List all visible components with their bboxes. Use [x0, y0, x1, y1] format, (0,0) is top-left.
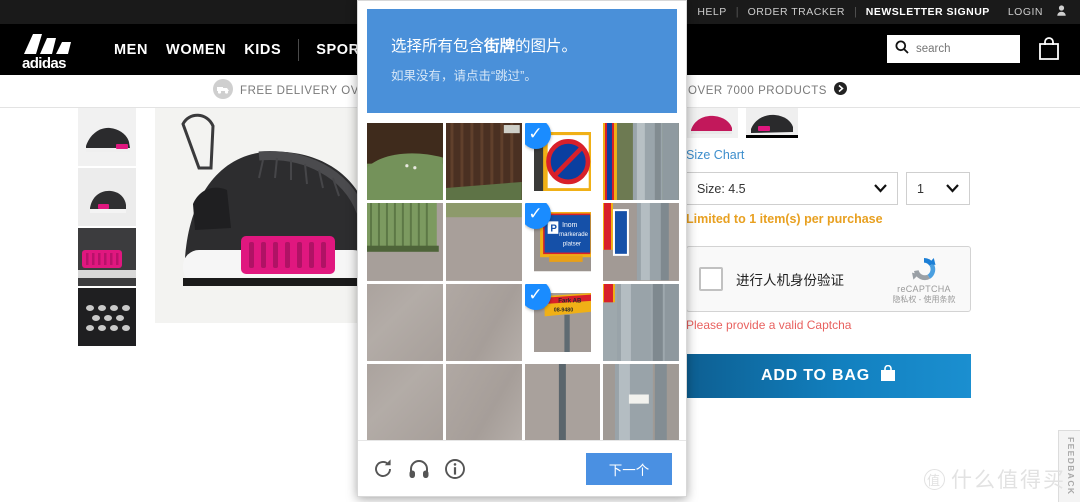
tile-ground-r4c1[interactable] — [367, 363, 443, 441]
search-icon — [895, 40, 909, 59]
tile-parking-info-sign[interactable]: ✓ P Inom markerade platser — [524, 203, 601, 281]
thumb-pink-plug-detail[interactable] — [78, 228, 136, 286]
captcha-dialog: 选择所有包含街牌的图片。 如果没有，请点击“跳过”。 ✓ ✓ P Inom ma… — [357, 0, 687, 497]
utility-link-login[interactable]: LOGIN — [999, 6, 1052, 18]
promo-free-delivery[interactable]: FREE DELIVERY OVE — [213, 78, 368, 104]
svg-text:platser: platser — [562, 241, 580, 248]
color-variant-black[interactable] — [746, 108, 798, 138]
product-detail-panel: Size Chart Size: 4.5 1 Limited to 1 item… — [686, 108, 986, 398]
feedback-tab-label: FEEDBACK — [1066, 437, 1076, 496]
reload-icon[interactable] — [372, 458, 394, 480]
nav-divider — [298, 38, 300, 61]
recaptcha-widget[interactable]: 进行人机身份验证 reCAPTCHA 隐私权 - 使用条款 — [686, 246, 971, 312]
promo-products-text: OVER 7000 PRODUCTS — [688, 85, 827, 97]
tile-no-parking-sign[interactable]: ✓ — [524, 123, 601, 201]
svg-text:Fark AB: Fark AB — [558, 297, 582, 304]
search-input[interactable] — [916, 43, 1012, 55]
tile-fence-top[interactable] — [445, 123, 522, 201]
tile-dumpster-top-left[interactable] — [367, 123, 443, 201]
captcha-instruction-suffix: 的图片。 — [515, 38, 578, 55]
size-chart-link[interactable]: Size Chart — [686, 148, 986, 162]
captcha-error-message: Please provide a valid Captcha — [686, 318, 852, 332]
nav-item-men[interactable]: MEN — [105, 42, 157, 58]
svg-text:markerade: markerade — [559, 231, 589, 238]
watermark-text: 什么值得买 — [951, 469, 1066, 492]
color-variant-pink[interactable] — [686, 108, 738, 138]
recaptcha-brand-name: reCAPTCHA — [897, 284, 951, 294]
page-root: HELP | ORDER TRACKER | NEWSLETTER SIGNUP… — [0, 0, 1080, 502]
size-select-value: Size: 4.5 — [697, 181, 746, 196]
captcha-next-button[interactable]: 下一个 — [586, 452, 672, 485]
recaptcha-logo-icon — [909, 254, 939, 284]
tile-selected-check-icon: ✓ — [524, 283, 551, 310]
size-quantity-selectors: Size: 4.5 1 — [686, 172, 986, 205]
svg-text:08-9480: 08-9480 — [553, 307, 572, 313]
product-thumbnail-rail — [78, 108, 136, 348]
adidas-logo[interactable]: adidas — [16, 28, 94, 72]
tile-pole-top-right[interactable] — [603, 123, 679, 201]
chevron-down-icon — [946, 182, 959, 196]
captcha-footer: 下一个 — [358, 440, 686, 496]
tile-yellow-sign-post[interactable]: ✓ Fark AB 08-9480 — [524, 283, 601, 361]
delivery-truck-icon — [213, 78, 233, 104]
size-select[interactable]: Size: 4.5 — [686, 172, 898, 205]
thumb-shoe-side[interactable] — [78, 108, 136, 166]
site-watermark: 值 什么值得买 — [924, 464, 1066, 494]
captcha-instruction-target: 街牌 — [484, 38, 516, 55]
nav-item-kids[interactable]: KIDS — [235, 42, 290, 58]
svg-text:Inom: Inom — [562, 222, 577, 229]
purchase-limit-note: Limited to 1 item(s) per purchase — [686, 212, 883, 226]
quantity-select[interactable]: 1 — [906, 172, 970, 205]
recaptcha-branding: reCAPTCHA 隐私权 - 使用条款 — [887, 254, 961, 305]
svg-text:P: P — [550, 224, 557, 235]
chevron-down-icon — [874, 182, 887, 196]
recaptcha-checkbox[interactable] — [699, 267, 723, 291]
quantity-select-value: 1 — [917, 181, 924, 196]
utility-link-newsletter-signup[interactable]: NEWSLETTER SIGNUP — [857, 6, 999, 18]
promo-products-count[interactable]: OVER 7000 PRODUCTS — [688, 82, 847, 100]
svg-text:adidas: adidas — [22, 55, 66, 72]
thumb-shoe-quarter[interactable] — [78, 168, 136, 226]
tile-dumpster-bottom-left[interactable] — [367, 203, 443, 281]
recaptcha-terms[interactable]: 隐私权 - 使用条款 — [887, 294, 961, 305]
nav-item-women[interactable]: WOMEN — [157, 42, 235, 58]
captcha-instruction: 选择所有包含街牌的图片。 — [391, 37, 653, 58]
tile-ground-r3c2[interactable] — [445, 283, 522, 361]
user-icon — [1057, 3, 1066, 21]
utility-link-help[interactable]: HELP — [688, 6, 735, 18]
tile-ground-r3c1[interactable] — [367, 283, 443, 361]
watermark-mark: 值 — [924, 468, 945, 490]
tile-pole-r4c4[interactable] — [603, 363, 679, 441]
headphones-icon[interactable] — [408, 458, 430, 480]
shopping-bag-icon[interactable] — [1036, 36, 1062, 62]
product-hero-image[interactable] — [155, 108, 365, 323]
thumb-sole-mesh-detail[interactable] — [78, 288, 136, 346]
captcha-image-grid: ✓ ✓ P Inom markerade platser ✓ Fark AB 0… — [367, 123, 679, 441]
utility-link-order-tracker[interactable]: ORDER TRACKER — [739, 6, 854, 18]
search-box[interactable] — [887, 35, 1020, 63]
captcha-instruction-prefix: 选择所有包含 — [391, 38, 485, 55]
add-to-bag-label: ADD TO BAG — [760, 367, 871, 384]
captcha-subtitle: 如果没有，请点击“跳过”。 — [391, 68, 537, 83]
recaptcha-label: 进行人机身份验证 — [736, 273, 844, 288]
add-to-bag-button[interactable]: ADD TO BAG — [686, 354, 971, 398]
tile-ground-r4c2[interactable] — [445, 363, 522, 441]
tile-pole-mid-right[interactable] — [603, 203, 679, 281]
captcha-header: 选择所有包含街牌的图片。 如果没有，请点击“跳过”。 — [367, 9, 677, 113]
tile-pole-r3c4[interactable] — [603, 283, 679, 361]
color-variant-list — [686, 108, 986, 138]
shopping-bag-icon — [880, 364, 896, 387]
info-icon[interactable] — [444, 458, 466, 480]
promo-free-delivery-text: FREE DELIVERY OVE — [240, 85, 368, 97]
arrow-right-icon — [834, 82, 847, 100]
tile-post-base[interactable] — [524, 363, 601, 441]
tile-ground-left[interactable] — [445, 203, 522, 281]
